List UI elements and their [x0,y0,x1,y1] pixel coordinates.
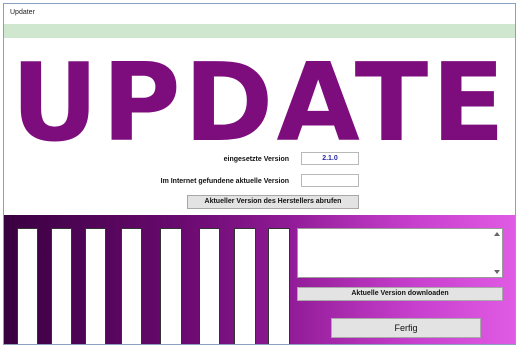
title-bar: Updater [4,4,515,24]
progress-slot [85,228,106,344]
progress-slot [234,228,256,344]
online-version-field [301,174,359,187]
progress-slot [51,228,72,344]
scroll-up-arrow-icon[interactable] [494,232,500,236]
online-version-label: Im Internet gefundene aktuelle Version [160,178,289,185]
progress-slot [160,228,182,344]
progress-slot [268,228,290,344]
updater-window: Updater UPDATE eingesetzte Version 2.1.0… [3,3,516,345]
update-logo: UPDATE [10,41,509,166]
progress-slot [199,228,220,344]
window-title: Updater [10,9,35,16]
log-textarea[interactable] [297,228,503,278]
done-button[interactable]: Ferfig [331,318,481,338]
fetch-version-button[interactable]: Aktueller Version des Herstellers abrufe… [187,195,359,209]
header-strip [4,24,515,38]
progress-slot [121,228,142,344]
scroll-down-arrow-icon[interactable] [494,270,500,274]
installed-version-label: eingesetzte Version [223,156,289,163]
download-button[interactable]: Aktuelle Version downloaden [297,287,503,301]
installed-version-field: 2.1.0 [301,152,359,165]
progress-slot [17,228,38,344]
bottom-panel: Aktuelle Version downloaden Ferfig [4,215,515,344]
